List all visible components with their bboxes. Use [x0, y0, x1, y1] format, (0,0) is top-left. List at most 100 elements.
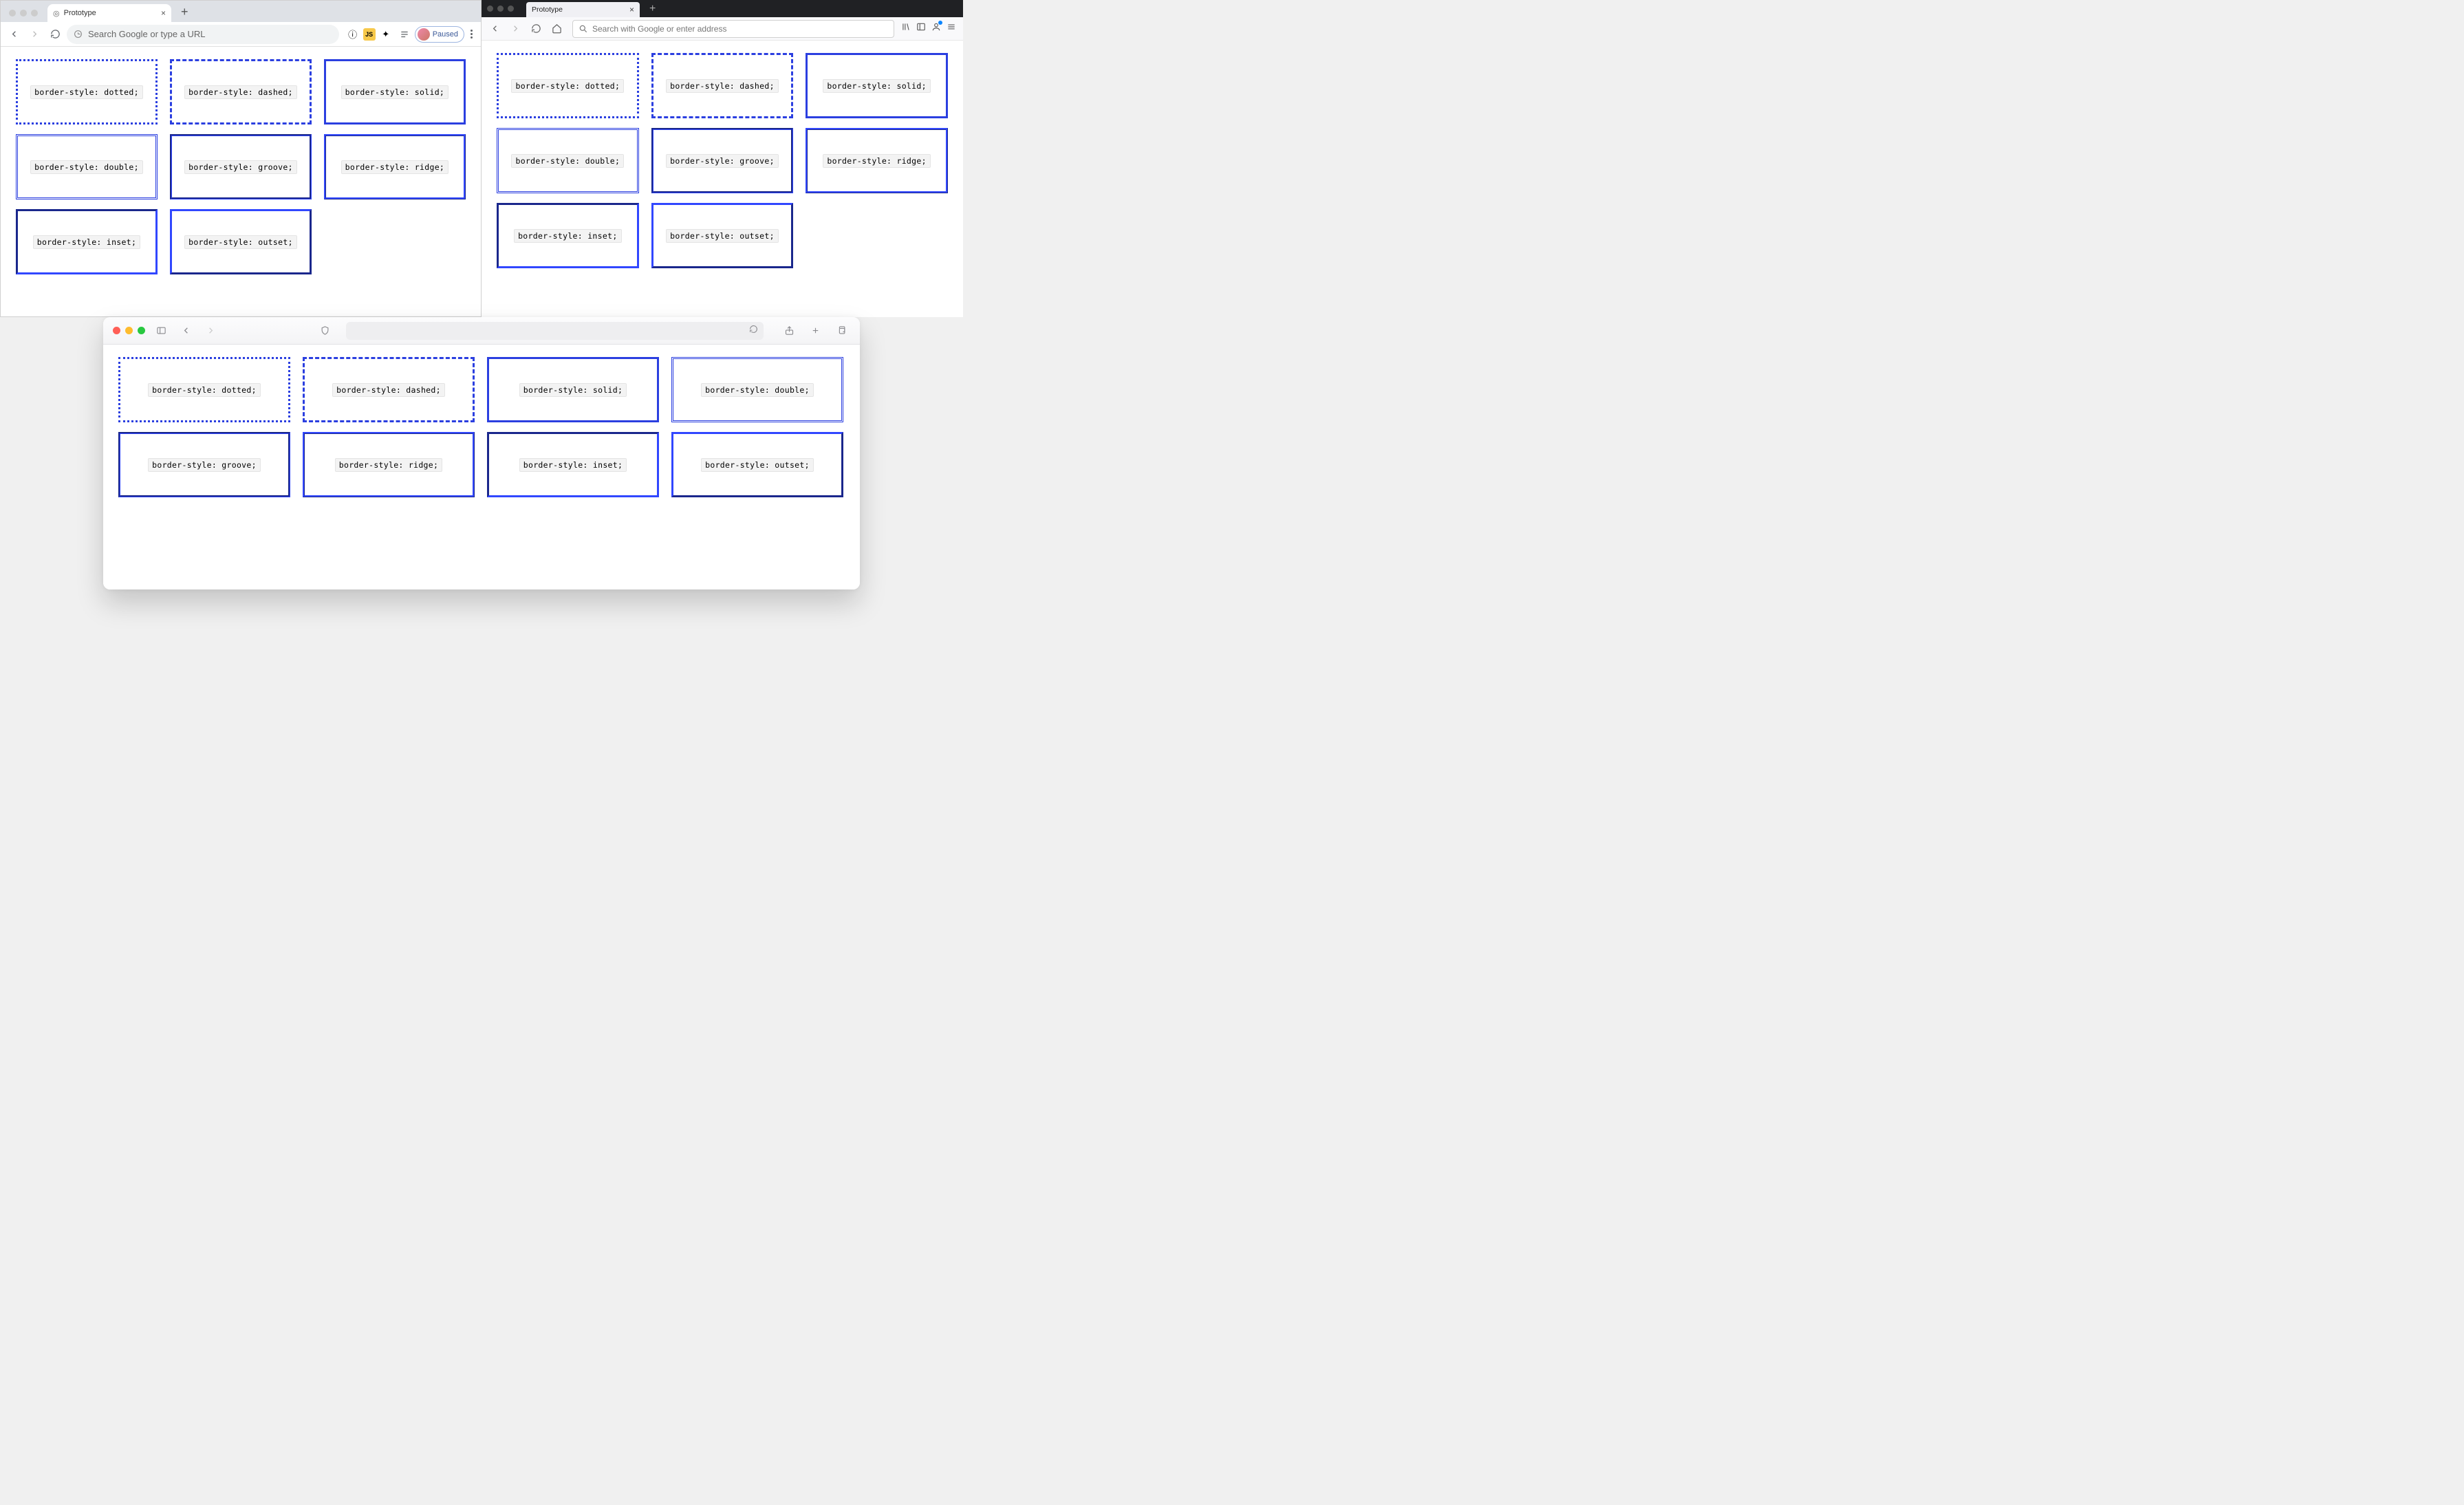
back-button[interactable]	[177, 322, 195, 340]
back-button[interactable]	[486, 20, 504, 38]
safari-window: border-style: dotted; border-style: dashe…	[103, 317, 860, 589]
border-style-label: border-style: inset;	[519, 458, 627, 472]
border-style-card: border-style: solid;	[806, 53, 948, 118]
address-bar[interactable]	[346, 322, 764, 340]
border-style-label: border-style: ridge;	[823, 154, 930, 168]
border-style-card: border-style: ridge;	[303, 432, 475, 497]
close-window-icon[interactable]	[9, 10, 16, 17]
toolbar-actions	[901, 22, 959, 35]
border-style-label: border-style: inset;	[514, 229, 621, 243]
reload-button[interactable]	[527, 20, 545, 38]
address-bar[interactable]: Search Google or type a URL	[67, 25, 339, 44]
back-button[interactable]	[5, 25, 23, 43]
window-controls[interactable]	[113, 327, 145, 334]
border-style-card: border-style: dashed;	[170, 59, 312, 124]
maximize-window-icon[interactable]	[508, 6, 514, 12]
new-tab-button[interactable]: +	[644, 3, 661, 15]
reading-list-icon[interactable]	[396, 26, 413, 43]
firefox-window: Prototype × + Search with Google or ente…	[482, 0, 963, 317]
info-icon[interactable]: ⓘ	[345, 26, 361, 43]
close-window-icon[interactable]	[487, 6, 493, 12]
tabs-overview-icon[interactable]	[832, 322, 850, 340]
border-style-card: border-style: groove;	[651, 128, 794, 193]
library-icon[interactable]	[901, 22, 911, 35]
border-style-label: border-style: dashed;	[332, 383, 445, 397]
forward-button[interactable]	[25, 25, 43, 43]
menu-button[interactable]	[947, 22, 956, 35]
close-window-icon[interactable]	[113, 327, 120, 334]
border-style-label: border-style: outset;	[184, 235, 297, 249]
minimize-window-icon[interactable]	[497, 6, 504, 12]
js-extension-icon[interactable]: JS	[363, 28, 376, 41]
border-style-label: border-style: outset;	[701, 458, 814, 472]
browser-tab[interactable]: Prototype ×	[526, 2, 640, 17]
maximize-window-icon[interactable]	[31, 10, 38, 17]
profile-button[interactable]: Paused	[415, 26, 464, 43]
safari-content: border-style: dotted; border-style: dashe…	[103, 345, 860, 589]
reload-button[interactable]	[46, 25, 64, 43]
chrome-window: ◎ Prototype × + Search Google or type a …	[0, 0, 482, 317]
chrome-tabstrip: ◎ Prototype × +	[1, 1, 481, 22]
toolbar-actions	[776, 322, 850, 340]
window-controls[interactable]	[487, 6, 522, 12]
minimize-window-icon[interactable]	[20, 10, 27, 17]
border-style-label: border-style: dashed;	[184, 85, 297, 99]
border-style-card: border-style: dotted;	[497, 53, 639, 118]
address-bar[interactable]: Search with Google or enter address	[572, 20, 894, 38]
new-tab-icon[interactable]	[806, 322, 824, 340]
browser-tab[interactable]: ◎ Prototype ×	[47, 4, 171, 22]
border-style-label: border-style: ridge;	[341, 160, 449, 174]
account-icon[interactable]	[931, 22, 941, 35]
globe-icon: ◎	[53, 9, 60, 18]
sidebar-toggle-icon[interactable]	[152, 322, 170, 340]
border-style-card: border-style: inset;	[497, 203, 639, 268]
privacy-report-icon[interactable]	[316, 322, 334, 340]
forward-button[interactable]	[202, 322, 219, 340]
border-style-label: border-style: outset;	[666, 229, 779, 243]
chrome-toolbar: Search Google or type a URL ⓘ JS ✦ Pause…	[1, 22, 481, 47]
border-style-card: border-style: dotted;	[118, 357, 290, 422]
home-button[interactable]	[548, 20, 565, 38]
border-style-card: border-style: double;	[671, 357, 843, 422]
border-style-card: border-style: outset;	[651, 203, 794, 268]
border-style-label: border-style: ridge;	[335, 458, 442, 472]
extensions-icon[interactable]: ✦	[378, 26, 394, 43]
reload-icon[interactable]	[749, 325, 758, 337]
border-style-card: border-style: groove;	[170, 134, 312, 199]
search-icon	[579, 24, 588, 34]
border-style-card: border-style: double;	[16, 134, 158, 199]
border-style-card: border-style: dashed;	[651, 53, 794, 118]
border-style-label: border-style: dotted;	[148, 383, 261, 397]
new-tab-button[interactable]: +	[175, 5, 194, 22]
close-tab-icon[interactable]: ×	[629, 5, 634, 14]
border-style-card: border-style: solid;	[487, 357, 659, 422]
border-style-label: border-style: dotted;	[511, 79, 624, 93]
firefox-tabstrip: Prototype × +	[482, 0, 963, 17]
avatar-icon	[418, 28, 430, 41]
border-style-card: border-style: dashed;	[303, 357, 475, 422]
border-style-card: border-style: groove;	[118, 432, 290, 497]
close-tab-icon[interactable]: ×	[161, 8, 166, 18]
maximize-window-icon[interactable]	[138, 327, 145, 334]
window-controls[interactable]	[6, 10, 43, 22]
border-style-card: border-style: outset;	[170, 209, 312, 274]
minimize-window-icon[interactable]	[125, 327, 133, 334]
google-icon	[74, 30, 83, 39]
forward-button[interactable]	[506, 20, 524, 38]
border-style-card: border-style: ridge;	[806, 128, 948, 193]
border-style-card: border-style: inset;	[16, 209, 158, 274]
border-style-label: border-style: double;	[30, 160, 143, 174]
border-style-label: border-style: double;	[701, 383, 814, 397]
menu-button[interactable]	[466, 30, 477, 39]
border-style-label: border-style: double;	[511, 154, 624, 168]
omnibox-placeholder: Search Google or type a URL	[88, 29, 206, 39]
safari-toolbar	[103, 317, 860, 345]
border-style-label: border-style: groove;	[184, 160, 297, 174]
border-style-label: border-style: solid;	[341, 85, 449, 99]
border-style-label: border-style: dotted;	[30, 85, 143, 99]
sidebar-icon[interactable]	[916, 22, 926, 35]
border-style-card: border-style: solid;	[324, 59, 466, 124]
border-style-label: border-style: groove;	[666, 154, 779, 168]
border-style-label: border-style: inset;	[33, 235, 140, 249]
share-icon[interactable]	[780, 322, 798, 340]
